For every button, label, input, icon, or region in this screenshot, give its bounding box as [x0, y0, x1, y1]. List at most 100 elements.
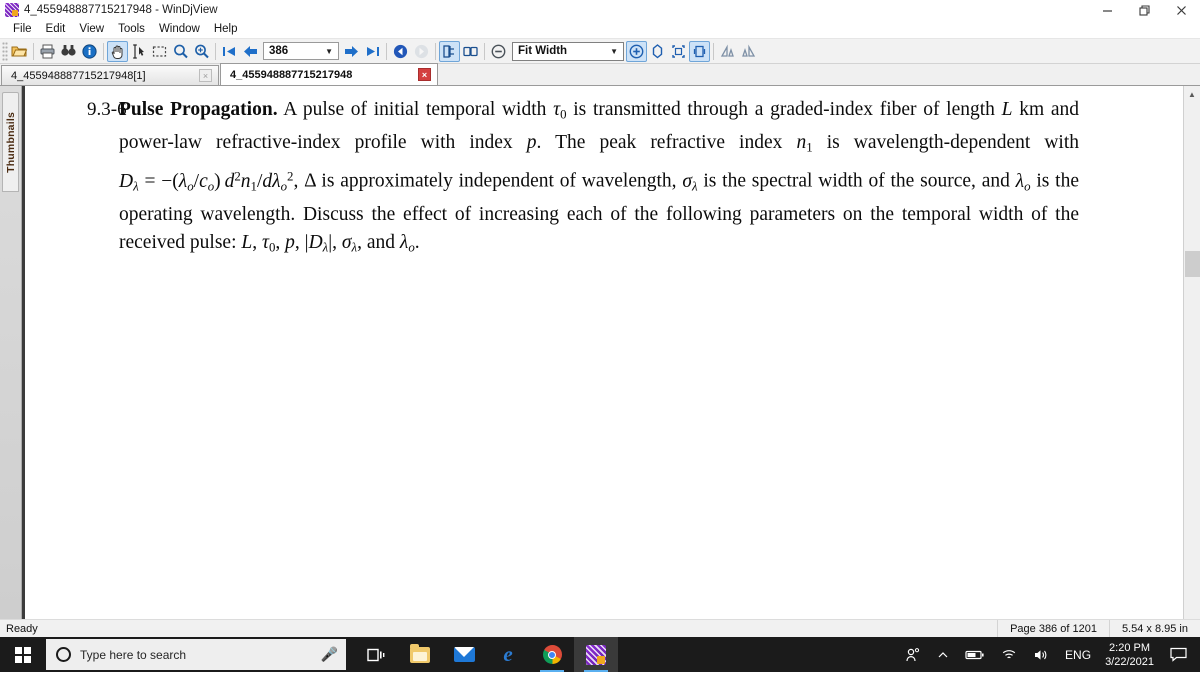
- document-tab-1[interactable]: 4_455948887715217948[1] ×: [1, 65, 219, 85]
- document-tab-2[interactable]: 4_455948887715217948 ×: [220, 63, 438, 85]
- menu-bar: File Edit View Tools Window Help: [0, 20, 1200, 39]
- scroll-up-button[interactable]: ▲: [1184, 86, 1200, 103]
- single-page-icon[interactable]: [439, 40, 460, 62]
- zoom-in-icon[interactable]: [626, 40, 647, 62]
- toolbar-separator: [215, 42, 216, 60]
- zoom-mode-value: Fit Width: [518, 45, 568, 57]
- clock-time: 2:20 PM: [1109, 641, 1151, 654]
- taskbar-app-icons: e: [346, 637, 618, 672]
- menu-tools[interactable]: Tools: [111, 21, 152, 37]
- menu-window[interactable]: Window: [152, 21, 207, 37]
- document-page: 9.3-6 Pulse Propagation. A pulse of init…: [25, 86, 1183, 619]
- cortana-circle-icon: [56, 647, 71, 662]
- clock-date: 3/22/2021: [1105, 655, 1154, 668]
- chevron-down-icon[interactable]: ▼: [325, 47, 338, 56]
- vertical-scrollbar[interactable]: ▲: [1183, 86, 1200, 619]
- back-icon[interactable]: [390, 41, 411, 62]
- wifi-icon[interactable]: [993, 637, 1025, 672]
- thumbnails-panel-tab[interactable]: Thumbnails: [2, 92, 19, 192]
- next-page-icon[interactable]: [341, 41, 362, 62]
- title-bar: 4_455948887715217948 - WinDjView: [0, 0, 1200, 20]
- document-info-icon[interactable]: [79, 41, 100, 62]
- window-title: 4_455948887715217948 - WinDjView: [24, 4, 218, 16]
- problem-body-text: A pulse of initial temporal width τ0 is …: [119, 99, 1079, 256]
- problem-text: Pulse Propagation. A pulse of initial te…: [119, 96, 1079, 263]
- zoom-mode-select[interactable]: Fit Width ▼: [512, 41, 624, 61]
- toolbar-separator: [386, 42, 387, 60]
- window-controls: [1089, 0, 1200, 20]
- problem-block: 9.3-6 Pulse Propagation. A pulse of init…: [25, 86, 1183, 263]
- tab-close-icon[interactable]: ×: [199, 69, 212, 82]
- toolbar-grip[interactable]: [2, 41, 8, 61]
- actual-size-icon[interactable]: [668, 41, 689, 62]
- menu-help[interactable]: Help: [207, 21, 245, 37]
- windjview-icon[interactable]: [574, 637, 618, 672]
- document-tab-bar: 4_455948887715217948[1] × 4_455948887715…: [0, 63, 1200, 86]
- forward-icon[interactable]: [411, 41, 432, 62]
- tab-label: 4_455948887715217948[1]: [11, 69, 146, 82]
- thumbnails-rail: Thumbnails: [0, 86, 22, 619]
- microphone-icon[interactable]: 🎤: [321, 646, 338, 663]
- facing-pages-icon[interactable]: [460, 41, 481, 62]
- page-indicator: Page 386 of 1201: [997, 620, 1109, 638]
- status-right-group: Page 386 of 1201 5.54 x 8.95 in: [997, 620, 1200, 638]
- scrollbar-track[interactable]: [1184, 103, 1200, 619]
- search-input[interactable]: Type here to search 🎤: [46, 639, 346, 670]
- search-placeholder: Type here to search: [80, 647, 187, 662]
- system-tray: ENG 2:20 PM 3/22/2021: [897, 637, 1200, 672]
- page-number-input[interactable]: 386 ▼: [263, 42, 339, 60]
- rotate-left-icon[interactable]: [717, 41, 738, 62]
- tab-close-icon[interactable]: ×: [418, 68, 431, 81]
- magnifier-icon[interactable]: [170, 41, 191, 62]
- google-chrome-icon[interactable]: [530, 637, 574, 672]
- windjview-app-icon: [5, 3, 19, 17]
- last-page-icon[interactable]: [362, 41, 383, 62]
- task-view-icon[interactable]: [354, 637, 398, 672]
- problem-heading: Pulse Propagation.: [119, 99, 278, 120]
- language-indicator[interactable]: ENG: [1057, 637, 1099, 672]
- windows-taskbar: Type here to search 🎤 e ENG 2:20 PM 3/22…: [0, 637, 1200, 672]
- thumbnails-label: Thumbnails: [4, 111, 17, 173]
- open-file-icon[interactable]: [9, 41, 30, 62]
- mail-icon[interactable]: [442, 637, 486, 672]
- restore-button[interactable]: [1126, 0, 1163, 20]
- page-view[interactable]: 9.3-6 Pulse Propagation. A pulse of init…: [22, 86, 1183, 619]
- status-text: Ready: [6, 622, 38, 635]
- fit-page-icon[interactable]: [647, 41, 668, 62]
- zoom-out-icon[interactable]: [488, 41, 509, 62]
- select-text-icon[interactable]: [128, 41, 149, 62]
- toolbar-separator: [435, 42, 436, 60]
- clock[interactable]: 2:20 PM 3/22/2021: [1099, 641, 1164, 669]
- rotate-right-icon[interactable]: [738, 41, 759, 62]
- minimize-button[interactable]: [1089, 0, 1126, 20]
- show-hidden-icons-chevron[interactable]: [929, 637, 957, 672]
- fit-width-icon[interactable]: [689, 40, 710, 62]
- previous-page-icon[interactable]: [240, 41, 261, 62]
- windows-logo-icon: [15, 646, 31, 663]
- microsoft-edge-icon[interactable]: e: [486, 637, 530, 672]
- close-button[interactable]: [1163, 0, 1200, 20]
- menu-view[interactable]: View: [72, 21, 111, 37]
- page-number-value: 386: [269, 45, 289, 57]
- speaker-icon[interactable]: [1025, 637, 1057, 672]
- print-icon[interactable]: [37, 41, 58, 62]
- zoom-rect-icon[interactable]: [149, 41, 170, 62]
- chevron-down-icon[interactable]: ▼: [610, 47, 623, 56]
- page-size-indicator: 5.54 x 8.95 in: [1108, 620, 1200, 638]
- status-bar: Ready Page 386 of 1201 5.54 x 8.95 in: [0, 619, 1200, 638]
- menu-file[interactable]: File: [6, 21, 39, 37]
- file-explorer-icon[interactable]: [398, 637, 442, 672]
- people-icon[interactable]: [897, 637, 929, 672]
- menu-edit[interactable]: Edit: [39, 21, 73, 37]
- action-center-icon[interactable]: [1164, 637, 1200, 672]
- hand-tool-icon[interactable]: [107, 40, 128, 62]
- first-page-icon[interactable]: [219, 41, 240, 62]
- find-icon[interactable]: [58, 41, 79, 62]
- problem-number: 9.3-6: [87, 99, 127, 120]
- toolbar-separator: [103, 42, 104, 60]
- main-toolbar: 386 ▼ Fit Width ▼: [0, 39, 1200, 64]
- scrollbar-thumb[interactable]: [1184, 251, 1200, 277]
- battery-icon[interactable]: [957, 637, 993, 672]
- magnifier-plus-icon[interactable]: [191, 41, 212, 62]
- start-button[interactable]: [0, 637, 46, 672]
